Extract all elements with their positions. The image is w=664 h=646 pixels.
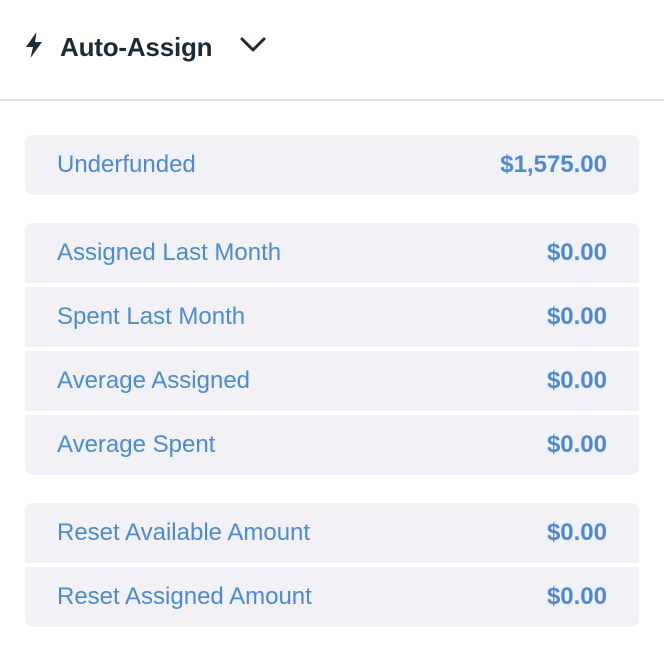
auto-assign-header[interactable]: Auto-Assign (0, 0, 664, 101)
underfunded-label: Underfunded (57, 151, 196, 178)
reset-assigned-amount-row[interactable]: Reset Assigned Amount $0.00 (25, 567, 639, 627)
average-assigned-row[interactable]: Average Assigned $0.00 (25, 351, 639, 411)
row-label: Reset Assigned Amount (57, 583, 312, 610)
row-label: Reset Available Amount (57, 519, 311, 546)
row-value: $0.00 (546, 431, 607, 458)
reset-available-amount-row[interactable]: Reset Available Amount $0.00 (25, 503, 639, 563)
row-value: $0.00 (546, 367, 607, 394)
row-label: Average Assigned (57, 367, 251, 394)
row-label: Spent Last Month (57, 303, 246, 330)
row-value: $0.00 (546, 303, 607, 330)
row-label: Assigned Last Month (57, 239, 282, 266)
spent-last-month-row[interactable]: Spent Last Month $0.00 (25, 287, 639, 347)
row-value: $0.00 (546, 519, 607, 546)
row-label: Average Spent (57, 431, 216, 458)
bolt-icon (26, 32, 42, 58)
chevron-down-icon[interactable] (240, 36, 266, 54)
underfunded-value: $1,575.00 (500, 151, 607, 178)
average-spent-row[interactable]: Average Spent $0.00 (25, 415, 639, 475)
page-title: Auto-Assign (60, 32, 213, 62)
underfunded-row[interactable]: Underfunded $1,575.00 (25, 135, 639, 195)
row-value: $0.00 (546, 583, 607, 610)
assigned-last-month-row[interactable]: Assigned Last Month $0.00 (25, 223, 639, 283)
row-value: $0.00 (546, 239, 607, 266)
